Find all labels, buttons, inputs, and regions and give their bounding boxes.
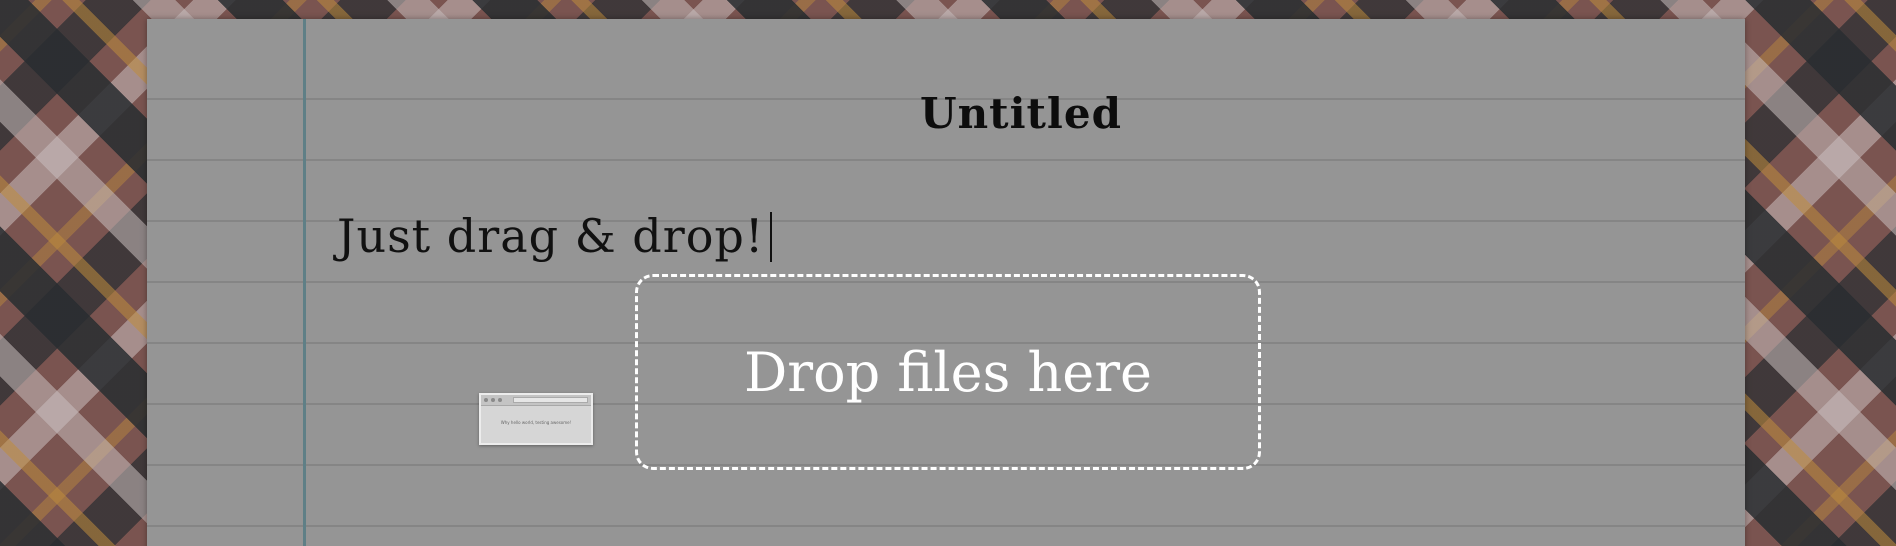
document-title[interactable]: Untitled [147, 89, 1745, 138]
text-editor[interactable]: Just drag & drop! [337, 209, 773, 263]
dragged-file-preview[interactable]: Why hello world, testing awesome! [479, 393, 593, 445]
editor-text: Just drag & drop! [337, 209, 765, 263]
preview-dot-icon [484, 398, 488, 402]
text-caret [770, 212, 773, 262]
preview-dot-icon [491, 398, 495, 402]
preview-dot-icon [498, 398, 502, 402]
preview-caption: Why hello world, testing awesome! [500, 420, 572, 425]
notepad-page: Untitled Just drag & drop! Drop files he… [147, 19, 1745, 546]
preview-url-bar [513, 397, 588, 403]
preview-window-toolbar [481, 395, 591, 406]
drop-zone-label: Drop files here [744, 340, 1152, 404]
file-drop-zone[interactable]: Drop files here [635, 274, 1261, 470]
